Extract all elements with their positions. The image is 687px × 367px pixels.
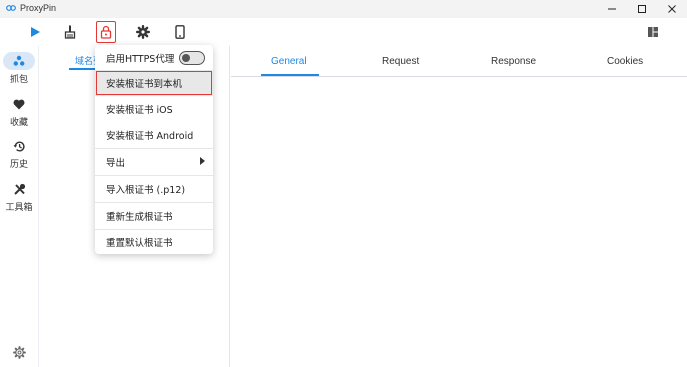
nav-item-toolbox[interactable]: 工具箱 <box>0 180 38 213</box>
capture-icon <box>13 55 25 66</box>
menu-item-install-android[interactable]: 安装根证书 Android <box>95 122 213 148</box>
tab-request[interactable]: Request <box>382 56 419 67</box>
start-capture-button[interactable] <box>25 21 45 43</box>
navigation-rail: 抓包 收藏 历史 工具箱 <box>0 46 38 367</box>
settings-button[interactable] <box>133 21 153 43</box>
nav-label: 工具箱 <box>5 203 33 213</box>
layout-icon <box>648 27 658 37</box>
broom-icon <box>64 25 76 39</box>
https-toggle[interactable] <box>179 51 205 65</box>
mobile-connect-button[interactable] <box>170 21 190 43</box>
nav-item-favorites[interactable]: 收藏 <box>0 95 38 128</box>
tab-response[interactable]: Response <box>491 56 536 67</box>
menu-item-label: 安装根证书到本机 <box>106 79 183 90</box>
menu-item-label: 导入根证书 (.p12) <box>106 185 186 196</box>
menu-item-enable-https[interactable]: 启用HTTPS代理 <box>95 45 213 71</box>
nav-label: 抓包 <box>9 75 28 85</box>
history-icon <box>13 141 25 152</box>
tabs-divider <box>231 76 687 77</box>
chevron-right-icon <box>200 157 205 165</box>
layout-toggle-button[interactable] <box>643 21 663 43</box>
https-menu: 启用HTTPS代理 安装根证书到本机 安装根证书 iOS 安装根证书 Andro… <box>95 45 213 254</box>
menu-item-import-p12[interactable]: 导入根证书 (.p12) <box>95 176 213 202</box>
phone-icon <box>175 25 185 39</box>
menu-item-install-ios[interactable]: 安装根证书 iOS <box>95 96 213 122</box>
nav-label: 收藏 <box>9 118 28 128</box>
tab-cookies[interactable]: Cookies <box>607 56 643 67</box>
menu-item-label: 重置默认根证书 <box>106 238 173 249</box>
menu-item-install-local[interactable]: 安装根证书到本机 <box>95 70 213 96</box>
menu-item-label: 导出 <box>106 158 126 169</box>
clear-button[interactable] <box>60 21 80 43</box>
detail-panel: General Request Response Cookies <box>231 46 687 367</box>
menu-item-label: 重新生成根证书 <box>106 212 173 223</box>
nav-icon-wrap <box>3 137 35 155</box>
menu-item-label: 启用HTTPS代理 <box>106 54 175 65</box>
menu-item-regenerate[interactable]: 重新生成根证书 <box>95 203 213 229</box>
toggle-knob <box>182 53 190 62</box>
menu-item-export[interactable]: 导出 <box>95 149 213 175</box>
gear-icon <box>136 25 150 39</box>
minimize-icon <box>608 8 616 10</box>
minimize-button[interactable] <box>597 0 627 18</box>
nav-icon-wrap <box>3 180 35 198</box>
app-logo-icon <box>6 5 16 11</box>
settings-icon <box>12 346 26 359</box>
tools-icon <box>13 183 25 195</box>
maximize-button[interactable] <box>627 0 657 18</box>
tab-general[interactable]: General <box>271 56 307 67</box>
nav-item-history[interactable]: 历史 <box>0 137 38 170</box>
play-icon <box>31 27 40 37</box>
toolbar <box>0 18 687 46</box>
maximize-icon <box>638 5 646 13</box>
nav-settings-button[interactable] <box>0 346 38 362</box>
nav-label: 历史 <box>9 160 28 170</box>
close-button[interactable] <box>657 0 687 18</box>
nav-selected-indicator <box>3 52 35 70</box>
title-bar: ProxyPin <box>0 0 687 18</box>
menu-item-reset-default[interactable]: 重置默认根证书 <box>95 229 213 255</box>
heart-icon <box>13 99 25 109</box>
lock-icon <box>100 25 112 39</box>
nav-icon-wrap <box>3 95 35 113</box>
close-icon <box>668 5 676 13</box>
nav-item-capture[interactable]: 抓包 <box>0 52 38 85</box>
menu-item-label: 安装根证书 iOS <box>106 105 173 116</box>
window-title: ProxyPin <box>20 3 57 13</box>
menu-item-label: 安装根证书 Android <box>106 131 194 142</box>
https-certificate-button[interactable] <box>96 21 116 43</box>
